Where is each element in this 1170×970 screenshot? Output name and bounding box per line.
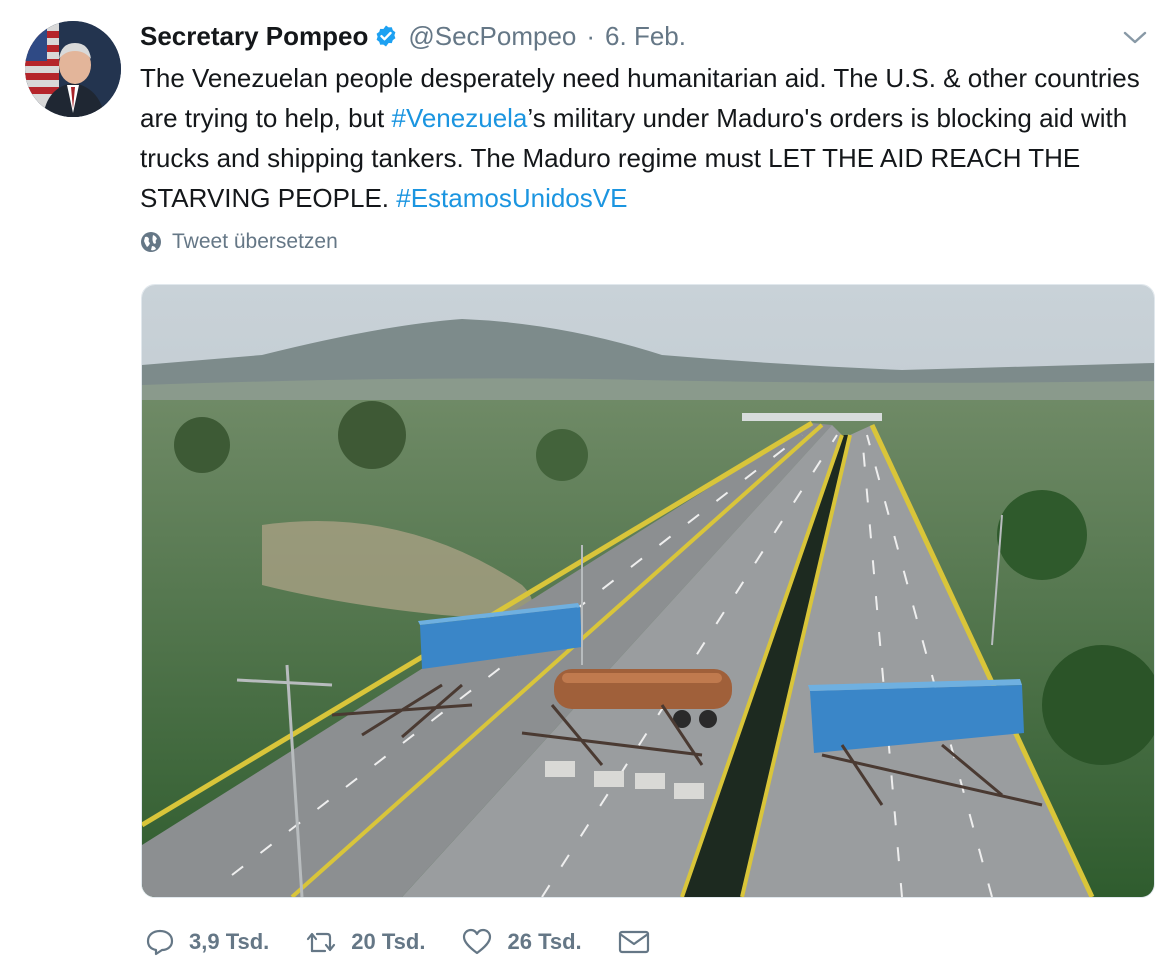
author-handle[interactable]: @SecPompeo bbox=[408, 21, 576, 52]
tweet-text: The Venezuelan people desperately need h… bbox=[140, 58, 1140, 218]
direct-message-button[interactable] bbox=[618, 927, 664, 957]
verified-badge-icon bbox=[376, 25, 396, 47]
date-separator: · bbox=[586, 20, 596, 51]
retweet-icon bbox=[307, 932, 336, 953]
translate-label: Tweet übersetzen bbox=[172, 230, 338, 253]
bridge-blockade-photo bbox=[142, 285, 1154, 897]
globe-icon bbox=[141, 232, 161, 252]
hashtag-venezuela[interactable]: #Venezuela bbox=[391, 103, 527, 133]
translate-tweet-button[interactable]: Tweet übersetzen bbox=[140, 230, 338, 254]
tweet-date[interactable]: 6. Feb. bbox=[605, 21, 686, 52]
like-button[interactable]: 26 Tsd. bbox=[461, 927, 582, 957]
author-avatar[interactable] bbox=[25, 21, 121, 117]
hashtag-estamosunidosve[interactable]: #EstamosUnidosVE bbox=[396, 183, 627, 213]
avatar-image bbox=[25, 21, 121, 117]
chevron-down-icon[interactable] bbox=[1120, 26, 1150, 48]
tweet-header: Secretary Pompeo @SecPompeo · 6. Feb. bbox=[140, 18, 686, 54]
envelope-icon bbox=[618, 930, 649, 954]
tweet-actions: 3,9 Tsd. 20 Tsd. 26 Tsd. bbox=[145, 922, 700, 962]
tweet-photo[interactable] bbox=[141, 284, 1155, 898]
retweet-button[interactable]: 20 Tsd. bbox=[305, 927, 425, 957]
reply-count: 3,9 Tsd. bbox=[189, 929, 270, 954]
author-name[interactable]: Secretary Pompeo bbox=[140, 21, 368, 52]
reply-icon bbox=[146, 929, 174, 956]
like-count: 26 Tsd. bbox=[507, 929, 582, 954]
reply-button[interactable]: 3,9 Tsd. bbox=[145, 927, 269, 957]
heart-icon bbox=[463, 928, 492, 955]
retweet-count: 20 Tsd. bbox=[351, 929, 426, 954]
